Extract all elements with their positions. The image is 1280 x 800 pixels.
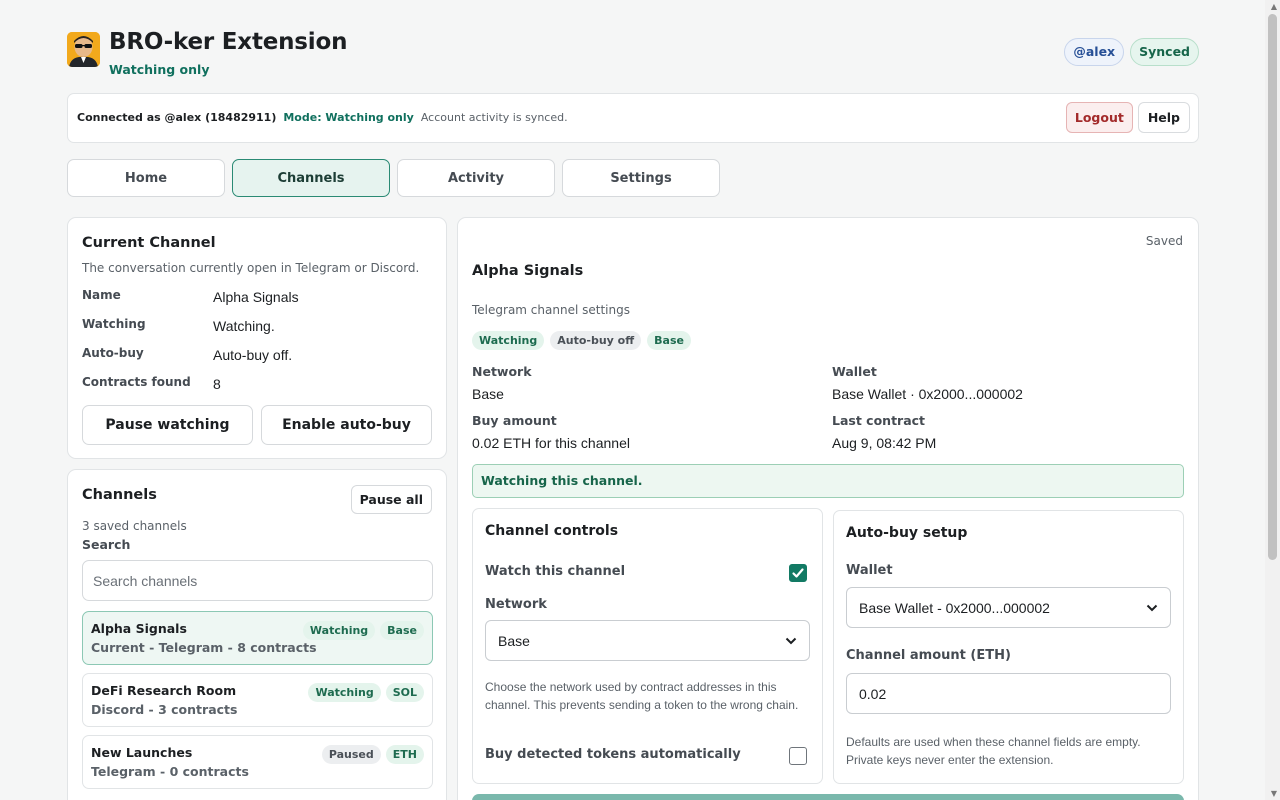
channel-meta: Telegram - 0 contracts [91,764,249,779]
main-tabs: Home Channels Activity Settings [67,159,720,197]
sync-status-text: Account activity is synced. [420,111,568,124]
buy-amount-label: Buy amount [472,413,557,428]
contracts-found-key: Contracts found [82,375,191,389]
channel-network-tag: Base [380,621,424,640]
current-channel-title: Current Channel [82,235,216,251]
wallet-select-value: Base Wallet - 0x2000...000002 [859,599,1050,616]
app-header: BRO-ker Extension Watching only @alex Sy… [67,29,1199,80]
network-select-value: Base [498,632,530,649]
user-badge: @alex [1064,38,1125,66]
channel-name: New Launches [91,745,193,760]
detail-subtitle: Telegram channel settings [472,303,630,317]
channel-network-tag: ETH [385,745,424,764]
contracts-found-value: 8 [213,376,221,392]
network-label: Network [472,364,532,379]
network-value: Base [472,386,504,402]
channel-name: DeFi Research Room [91,683,237,698]
buy-amount-value: 0.02 ETH for this channel [472,435,630,451]
auto-buy-help-text: Defaults are used when these channel fie… [846,735,1141,767]
channel-network-tag: SOL [385,683,424,702]
channels-panel: Channels Pause all 3 saved channels Sear… [67,469,447,800]
auto-buy-setup-card: Auto-buy setup Wallet Base Wallet - 0x20… [833,510,1184,784]
current-channel-panel: Current Channel The conversation current… [67,217,447,459]
channel-name: Alpha Signals [91,621,187,636]
auto-buy-setup-title: Auto-buy setup [846,525,968,541]
tab-settings[interactable]: Settings [562,159,720,197]
mode-text: Mode: Watching only [283,111,414,124]
tab-activity[interactable]: Activity [397,159,555,197]
channel-meta: Discord - 3 contracts [91,702,238,717]
wallet-select-label: Wallet [846,563,893,578]
search-channels-input[interactable] [82,560,433,601]
app-logo [67,32,100,67]
wallet-value: Base Wallet · 0x2000...000002 [832,386,1023,402]
auto-buy-value: Auto-buy off. [213,347,293,363]
enable-auto-buy-button[interactable]: Enable auto-buy [261,405,432,445]
sync-status-badge: Synced [1130,38,1199,66]
logout-button[interactable]: Logout [1065,102,1133,133]
scroll-down-arrow-icon[interactable]: ▼ [1271,789,1277,798]
page-scrollbar[interactable]: ▲ ▼ [1265,0,1280,800]
channels-title: Channels [82,487,157,503]
scrollbar-thumb[interactable] [1268,14,1277,560]
channel-status-tag: Watching [308,683,381,702]
scroll-up-arrow-icon[interactable]: ▲ [1271,2,1277,11]
network-select-label: Network [485,597,547,612]
channel-item-new-launches[interactable]: New Launches Telegram - 0 contracts Paus… [82,735,433,789]
help-button[interactable]: Help [1137,102,1190,133]
checkmark-icon [792,568,804,578]
auto-buy-checkbox[interactable] [789,747,807,765]
pause-all-button[interactable]: Pause all [350,485,432,514]
network-select[interactable]: Base [485,620,810,661]
connection-bar: Connected as @alex (18482911) Mode: Watc… [67,93,1199,143]
channel-amount-label: Channel amount (ETH) [846,648,1011,663]
watching-key: Watching [82,317,146,331]
pause-watching-button[interactable]: Pause watching [82,405,253,445]
watching-notice: Watching this channel. [472,464,1184,498]
wallet-label: Wallet [832,364,877,379]
channel-controls-card: Channel controls Watch this channel Netw… [472,508,823,784]
chevron-down-icon [785,637,797,644]
app-mode-subtitle: Watching only [109,62,210,77]
chevron-down-icon [1146,604,1158,611]
watching-tag: Watching [472,331,545,350]
app-title: BRO-ker Extension [109,29,348,55]
channel-item-alpha-signals[interactable]: Alpha Signals Current - Telegram - 8 con… [82,611,433,665]
channel-status-tag: Watching [302,621,376,640]
last-contract-value: Aug 9, 08:42 PM [832,435,937,451]
auto-buy-tag: Auto-buy off [550,331,642,350]
saved-channels-count: 3 saved channels [82,519,187,533]
channel-status-tag: Paused [321,745,381,764]
channel-controls-title: Channel controls [485,523,619,539]
connected-as-text: Connected as @alex (18482911) [77,111,277,124]
wallet-select[interactable]: Base Wallet - 0x2000...000002 [846,587,1171,628]
tab-home[interactable]: Home [67,159,225,197]
save-channel-button[interactable] [472,794,1184,800]
network-tag: Base [647,331,691,350]
name-value: Alpha Signals [213,289,299,305]
auto-buy-checkbox-label: Buy detected tokens automatically [485,747,741,762]
channel-detail-panel: Saved Alpha Signals Telegram channel set… [457,217,1199,800]
detail-title: Alpha Signals [472,263,584,279]
tab-channels[interactable]: Channels [232,159,390,197]
network-help-text: Choose the network used by contract addr… [485,680,799,712]
search-label: Search [82,537,131,552]
watch-channel-checkbox[interactable] [789,564,807,582]
current-channel-description: The conversation currently open in Teleg… [82,261,420,275]
saved-indicator: Saved [1145,234,1183,248]
last-contract-label: Last contract [832,413,926,428]
channel-amount-input[interactable] [846,673,1171,714]
auto-buy-key: Auto-buy [82,346,144,360]
channel-item-defi-research-room[interactable]: DeFi Research Room Discord - 3 contracts… [82,673,433,727]
name-key: Name [82,288,121,302]
watch-channel-label: Watch this channel [485,564,626,579]
watching-value: Watching. [213,318,275,334]
channel-meta: Current - Telegram - 8 contracts [91,640,317,655]
